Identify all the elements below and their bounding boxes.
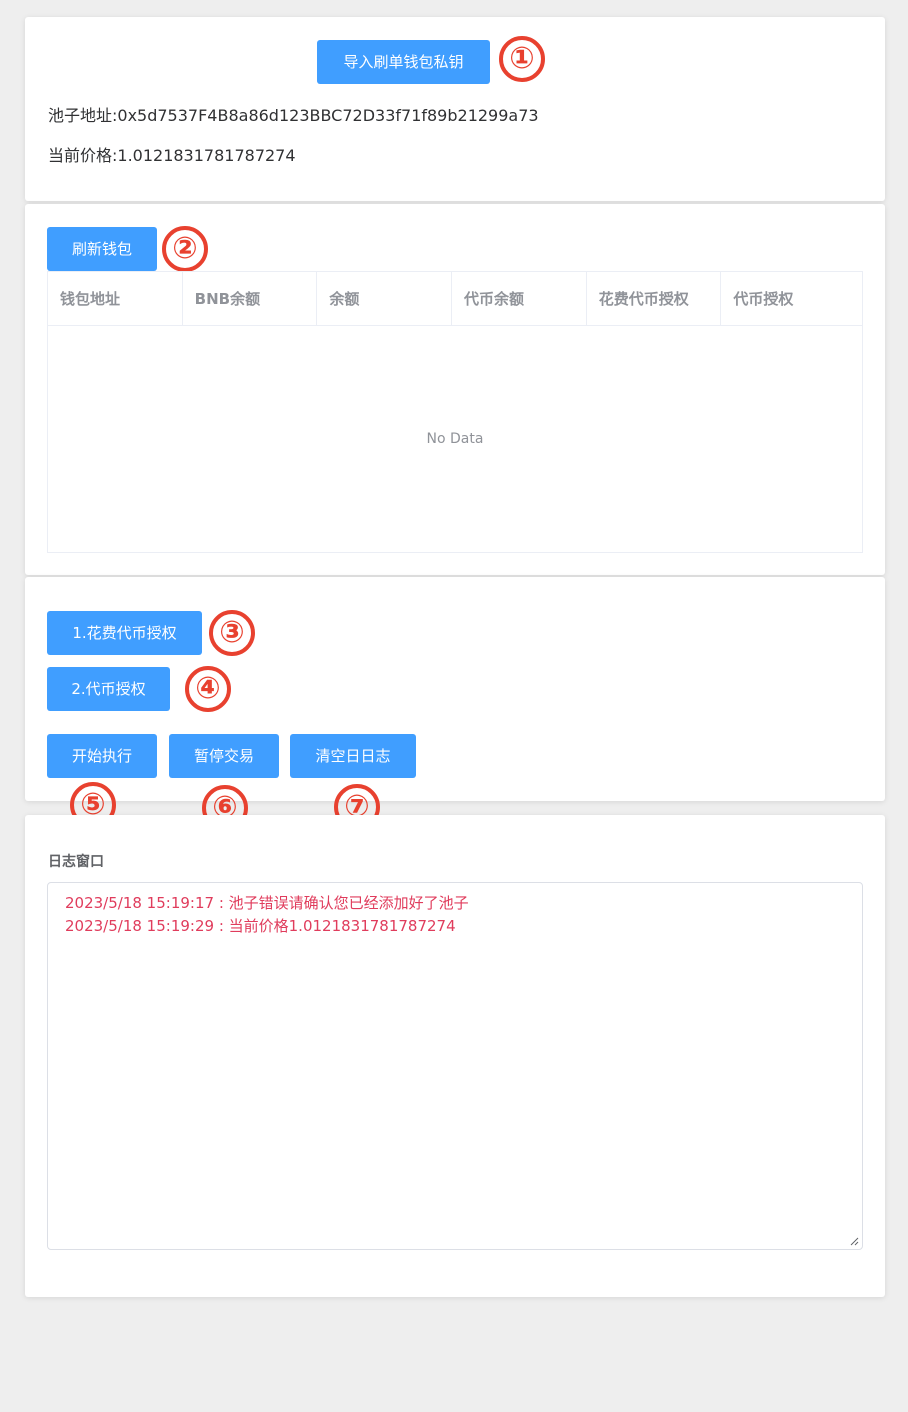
column-header-spend-token-approval[interactable]: 花费代币授权 — [587, 272, 722, 325]
log-card: 日志窗口 2023/5/18 15:19:17 : 池子错误请确认您已经添加好了… — [25, 815, 885, 1297]
token-approve-button[interactable]: 2.代币授权 — [47, 667, 170, 711]
import-card: 导入刷单钱包私钥 ① 池子地址:0x5d7537F4B8a86d123BBC72… — [25, 17, 885, 201]
column-header-token-approval[interactable]: 代币授权 — [721, 272, 862, 325]
empty-table-text: No Data — [426, 431, 484, 447]
column-header-balance[interactable]: 余额 — [317, 272, 453, 325]
log-line: 2023/5/18 15:19:29 : 当前价格1.0121831781787… — [65, 917, 456, 935]
pool-address: 池子地址:0x5d7537F4B8a86d123BBC72D33f71f89b2… — [48, 106, 539, 125]
column-header-wallet-address[interactable]: 钱包地址 — [48, 272, 183, 325]
spend-token-approve-button[interactable]: 1.花费代币授权 — [47, 611, 202, 655]
step-badge-3: ③ — [209, 610, 255, 656]
clear-log-button[interactable]: 清空日日志 — [290, 734, 416, 778]
wallet-card: 刷新钱包 ② 钱包地址 BNB余额 余额 代币余额 花费代币授权 代币授权 No… — [25, 204, 885, 575]
current-price: 当前价格:1.0121831781787274 — [48, 146, 296, 165]
log-window-title: 日志窗口 — [48, 854, 104, 870]
action-card: 1.花费代币授权 ③ 2.代币授权 ④ 开始执行 暂停交易 清空日日志 ⑤ ⑥ … — [25, 577, 885, 831]
wallet-table: 钱包地址 BNB余额 余额 代币余额 花费代币授权 代币授权 No Data — [47, 271, 863, 553]
start-execute-button[interactable]: 开始执行 — [47, 734, 157, 778]
import-private-key-button[interactable]: 导入刷单钱包私钥 — [317, 40, 490, 84]
step-badge-2: ② — [162, 226, 208, 272]
log-line: 2023/5/18 15:19:17 : 池子错误请确认您已经添加好了池子 — [65, 894, 469, 912]
resize-handle-icon[interactable] — [850, 1237, 859, 1246]
step-badge-1: ① — [499, 36, 545, 82]
pause-trade-button[interactable]: 暂停交易 — [169, 734, 279, 778]
column-header-bnb-balance[interactable]: BNB余额 — [183, 272, 318, 325]
refresh-wallet-button[interactable]: 刷新钱包 — [47, 227, 157, 271]
step-badge-4: ④ — [185, 666, 231, 712]
column-header-token-balance[interactable]: 代币余额 — [452, 272, 587, 325]
table-header: 钱包地址 BNB余额 余额 代币余额 花费代币授权 代币授权 — [48, 272, 862, 326]
log-textarea[interactable]: 2023/5/18 15:19:17 : 池子错误请确认您已经添加好了池子 20… — [47, 882, 863, 1250]
